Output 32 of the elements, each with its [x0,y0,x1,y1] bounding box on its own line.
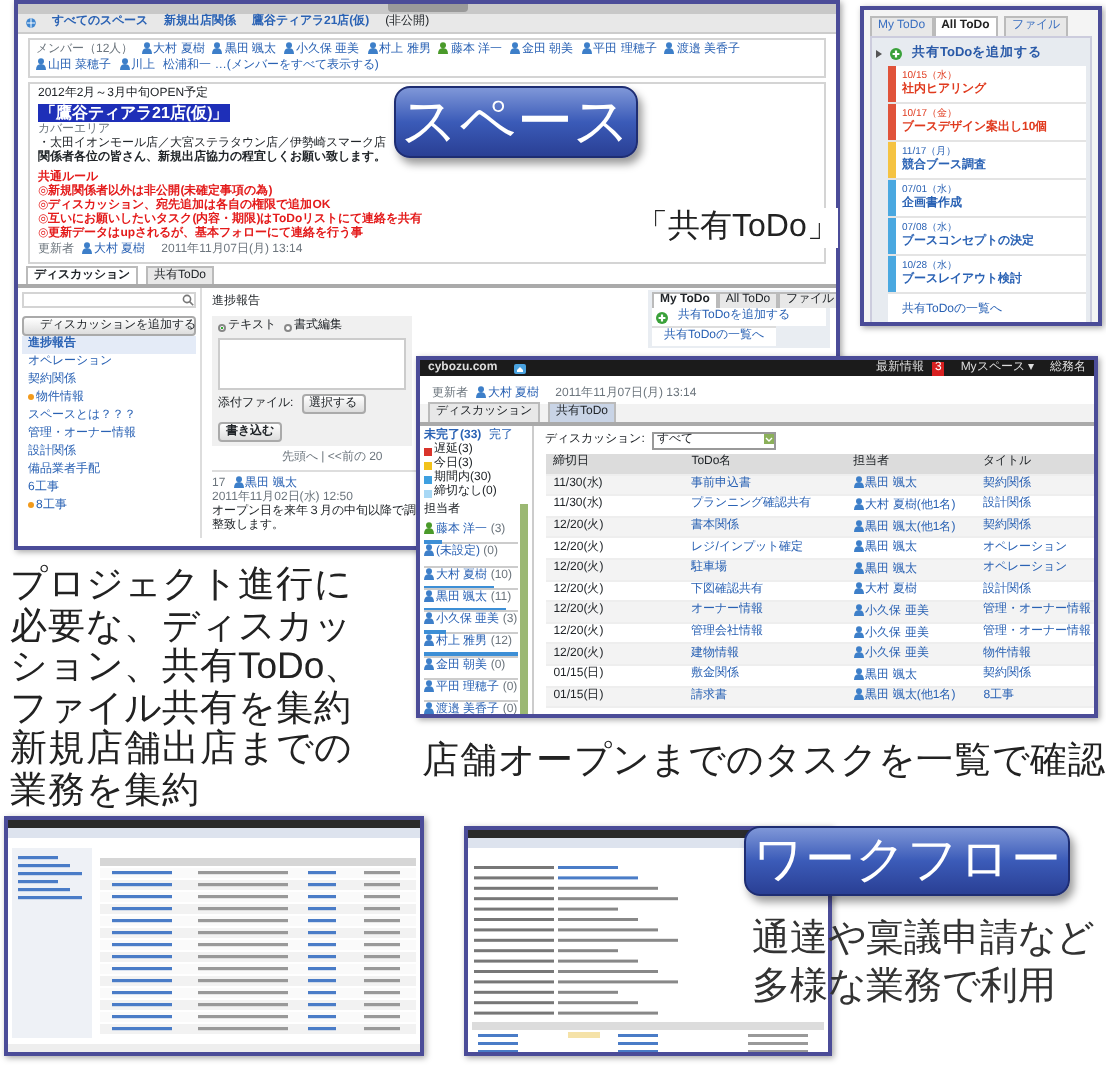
person-icon [853,667,864,680]
marker-dot [28,394,34,400]
person-icon [476,386,486,398]
caption-paragraph: プロジェクト進行に 必要な、ディスカッ ション、共有ToDo、 ファイル共有を集約 新規店舗出店までの 業務を集約 [10,564,363,810]
person-icon [853,497,864,510]
space-title: 「鷹谷ティアラ21店(仮)」 [38,104,231,122]
person-icon [233,476,244,488]
add-icon [656,311,668,323]
workflow-banner: ワークフロー [744,826,1070,896]
person-icon [853,561,864,574]
person-icon [853,519,864,532]
scrollbar[interactable] [519,504,528,714]
person-icon [853,582,864,595]
caption-text: 店舗オープンまでのタスクを一覧で確認 [422,738,1106,782]
person-icon [853,540,864,553]
globe-icon [26,18,36,28]
space-banner: スペース [394,86,638,158]
drag-handle[interactable] [387,4,467,12]
person-icon [853,603,864,616]
person-icon [853,476,864,489]
dropdown-icon[interactable] [764,434,775,444]
person-icon [82,242,92,254]
person-icon [853,688,864,701]
home-icon[interactable] [513,363,526,373]
person-icon [853,646,864,659]
add-icon [890,48,902,60]
expand-arrow-icon[interactable] [876,50,882,58]
search-icon[interactable] [182,294,194,306]
search-field[interactable] [22,292,196,308]
marker-dot [28,502,34,508]
message-field[interactable] [218,338,406,390]
person-icon [853,625,864,638]
